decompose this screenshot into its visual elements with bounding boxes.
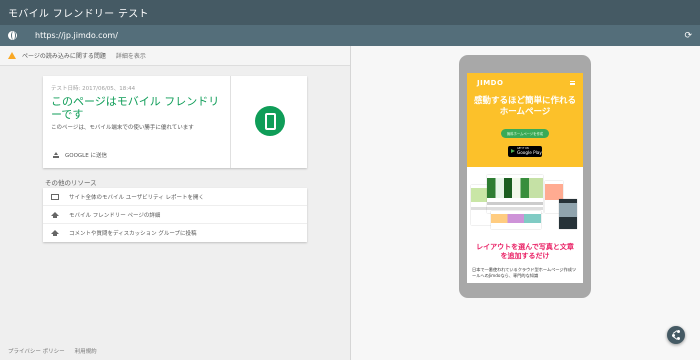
template-thumb (487, 175, 543, 213)
report-icon (51, 193, 59, 200)
resources-list: サイト全体のモバイル ユーザビリティ レポートを開く モバイル フレンドリー ペ… (43, 188, 307, 242)
url-input[interactable]: https://jp.jimdo.com/ (35, 31, 118, 40)
resource-label: サイト全体のモバイル ユーザビリティ レポートを開く (69, 194, 205, 201)
warning-text: ページの読み込みに関する問題 (22, 53, 106, 60)
result-description: このページは、モバイル端末での使い勝手に優れています (51, 125, 194, 131)
smartphone-icon (264, 112, 276, 130)
share-fab[interactable] (667, 326, 685, 344)
phone-frame: JIMDO 感動するほど簡単に作れるホームページ 無料ホームページを作成 GET… (459, 55, 591, 298)
globe-icon (8, 31, 17, 40)
view-details-link[interactable]: 詳細を表示 (116, 51, 146, 60)
result-card: テスト日時: 2017/06/05、18:44 このページはモバイル フレンドリ… (43, 76, 307, 168)
url-bar: https://jp.jimdo.com/ ⟳ (0, 25, 700, 46)
template-thumb (491, 211, 541, 229)
school-icon (51, 230, 59, 236)
share-icon (677, 337, 680, 340)
card-divider (230, 76, 231, 168)
preview-pane: JIMDO 感動するほど簡単に作れるホームページ 無料ホームページを作成 GET… (351, 46, 700, 360)
preview-headline: 感動するほど簡単に作れるホームページ (473, 96, 576, 117)
mobile-friendly-badge (255, 106, 285, 136)
share-icon (672, 333, 675, 337)
preview-hero: JIMDO 感動するほど簡単に作れるホームページ 無料ホームページを作成 GET… (467, 73, 583, 167)
preview-tagline: レイアウトを選んで写真と文章を追加するだけ (476, 243, 574, 260)
school-icon (51, 211, 59, 218)
resource-label: モバイル フレンドリー ページの詳細 (69, 212, 161, 219)
terms-link[interactable]: 利用規約 (75, 347, 97, 355)
submit-to-google-label: GOOGLE に送信 (65, 153, 107, 159)
test-date: テスト日時: 2017/06/05、18:44 (51, 86, 136, 92)
submit-to-google-button[interactable]: GOOGLE に送信 (53, 151, 107, 159)
jimdo-logo: JIMDO (477, 79, 504, 87)
resource-item-discussion-group[interactable]: コメントや質問をディスカッション グループに投稿 (43, 224, 307, 242)
warning-icon (8, 52, 16, 59)
privacy-policy-link[interactable]: プライバシー ポリシー (8, 347, 65, 355)
loading-issues-bar: ページの読み込みに関する問題 詳細を表示 (0, 46, 350, 66)
template-collage-image (471, 173, 579, 233)
results-pane: ページの読み込みに関する問題 詳細を表示 テスト日時: 2017/06/05、1… (0, 46, 350, 360)
page-screenshot[interactable]: JIMDO 感動するほど簡単に作れるホームページ 無料ホームページを作成 GET… (467, 73, 583, 283)
app-title: モバイル フレンドリー テスト (8, 9, 149, 20)
resource-item-usability-report[interactable]: サイト全体のモバイル ユーザビリティ レポートを開く (43, 188, 307, 206)
template-thumb (559, 199, 577, 229)
preview-body-text: 日本で一番使われているクラウド型ホームページ作成ツールへのJimdoなら、専門的… (472, 267, 577, 278)
resource-label: コメントや質問をディスカッション グループに投稿 (69, 231, 197, 237)
hamburger-menu-icon (570, 81, 575, 85)
refresh-icon[interactable]: ⟳ (684, 31, 692, 41)
gplay-big-text: Google Play (517, 150, 542, 156)
share-icon (677, 330, 680, 333)
preview-cta-button: 無料ホームページを作成 (501, 129, 549, 138)
result-title: このページはモバイル フレンドリーです (51, 95, 220, 121)
footer: プライバシー ポリシー 利用規約 (8, 347, 97, 355)
google-play-badge: GET IT ON Google Play (508, 146, 542, 157)
app-bar: モバイル フレンドリー テスト H (0, 0, 700, 360)
resource-item-mobile-friendly-details[interactable]: モバイル フレンドリー ページの詳細 (43, 206, 307, 224)
upload-icon (53, 152, 59, 158)
resources-title: その他のリソース (45, 179, 97, 187)
